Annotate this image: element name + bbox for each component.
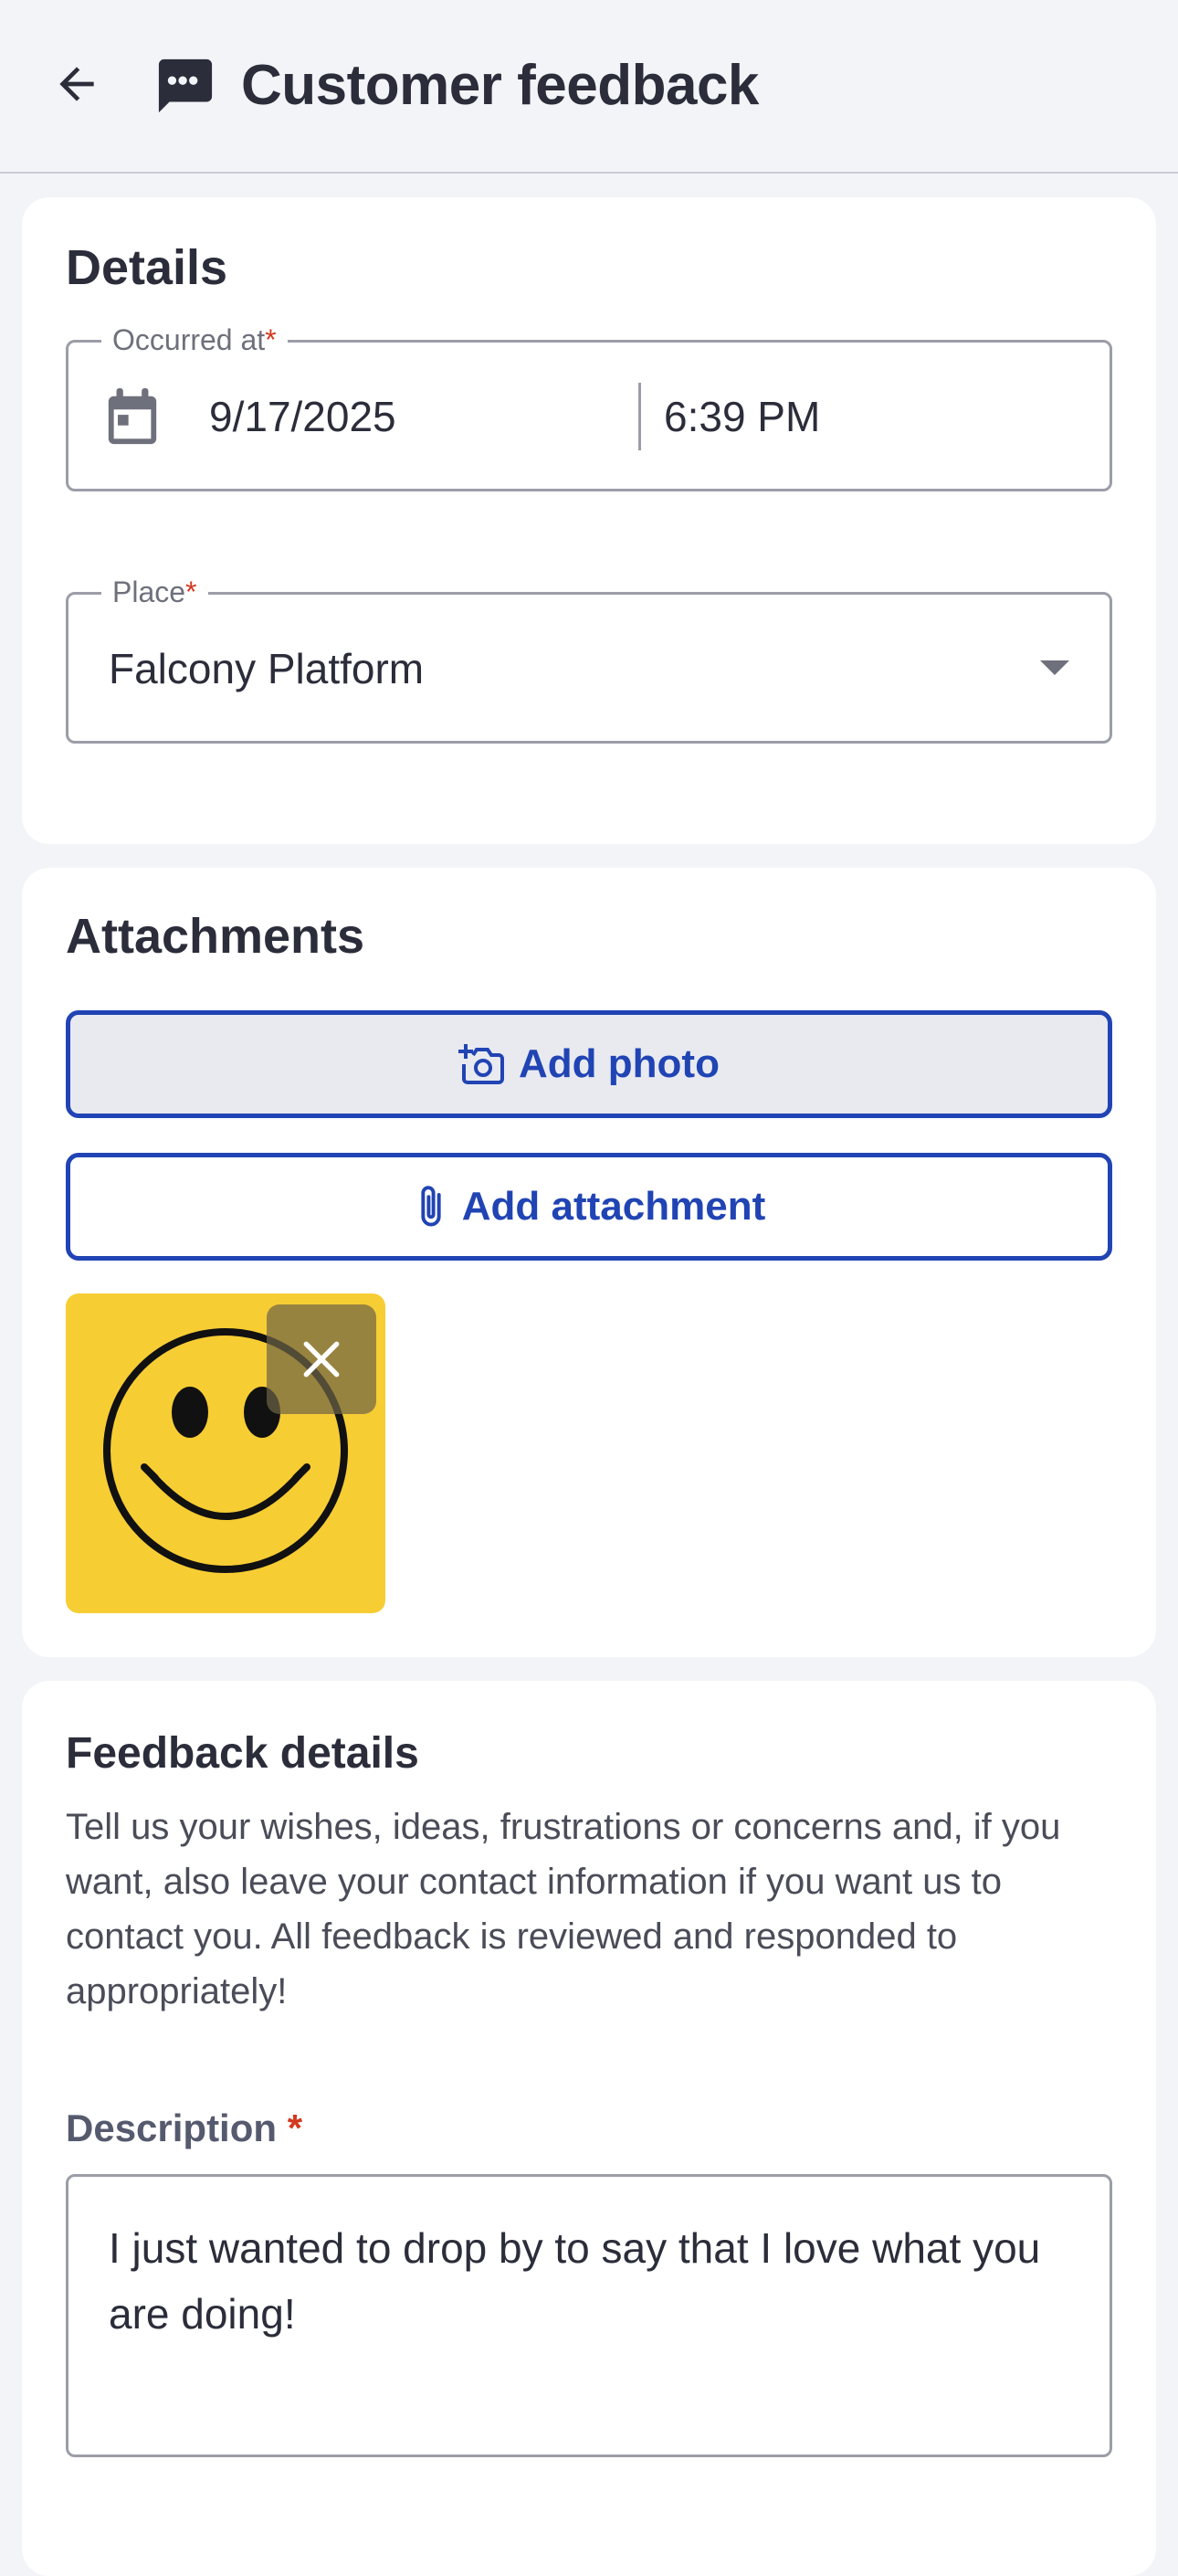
occurred-at-field[interactable]: Occurred at* 9/17/2025 6:39 PM [66, 322, 1112, 491]
app-header: Customer feedback [0, 0, 1178, 174]
arrow-left-icon [59, 67, 94, 101]
add-attachment-label: Add attachment [461, 1184, 766, 1229]
place-value: Falcony Platform [109, 645, 425, 692]
place-select[interactable]: Place* Falcony Platform [66, 575, 1112, 744]
time-divider [638, 383, 641, 450]
occurred-at-label: Occurred at* [101, 322, 288, 357]
place-label: Place* [101, 575, 208, 609]
close-icon [303, 1341, 340, 1378]
page-title: Customer feedback [241, 54, 759, 117]
back-button[interactable] [44, 51, 110, 117]
description-textarea[interactable]: I just wanted to drop by to say that I l… [66, 2174, 1112, 2457]
add-photo-icon [458, 1044, 505, 1084]
calendar-icon [108, 388, 157, 445]
dropdown-arrow-icon[interactable] [1040, 660, 1069, 675]
attachments-title: Attachments [66, 909, 365, 964]
add-photo-button[interactable]: Add photo [66, 1010, 1112, 1118]
feedback-card: Feedback details Tell us your wishes, id… [22, 1681, 1156, 2576]
time-input[interactable]: 6:39 PM [664, 390, 820, 443]
paperclip-icon [421, 1186, 441, 1227]
feedback-title: Feedback details [66, 1729, 419, 1778]
attachments-card: Attachments Add photo Add attachment [22, 868, 1156, 1657]
add-attachment-button[interactable]: Add attachment [66, 1153, 1112, 1261]
description-label: Description * [66, 2106, 303, 2149]
remove-attachment-button[interactable] [267, 1304, 376, 1414]
attachment-thumbnail[interactable] [66, 1293, 385, 1613]
feedback-help-text: Tell us your wishes, ideas, frustrations… [66, 1807, 1061, 2011]
details-card: Details Occurred at* 9/17/2025 6:39 PM P… [22, 197, 1156, 844]
date-input[interactable]: 9/17/2025 [209, 390, 396, 443]
add-photo-label: Add photo [519, 1041, 720, 1086]
details-title: Details [66, 240, 228, 295]
chat-bubble-icon [158, 58, 213, 113]
